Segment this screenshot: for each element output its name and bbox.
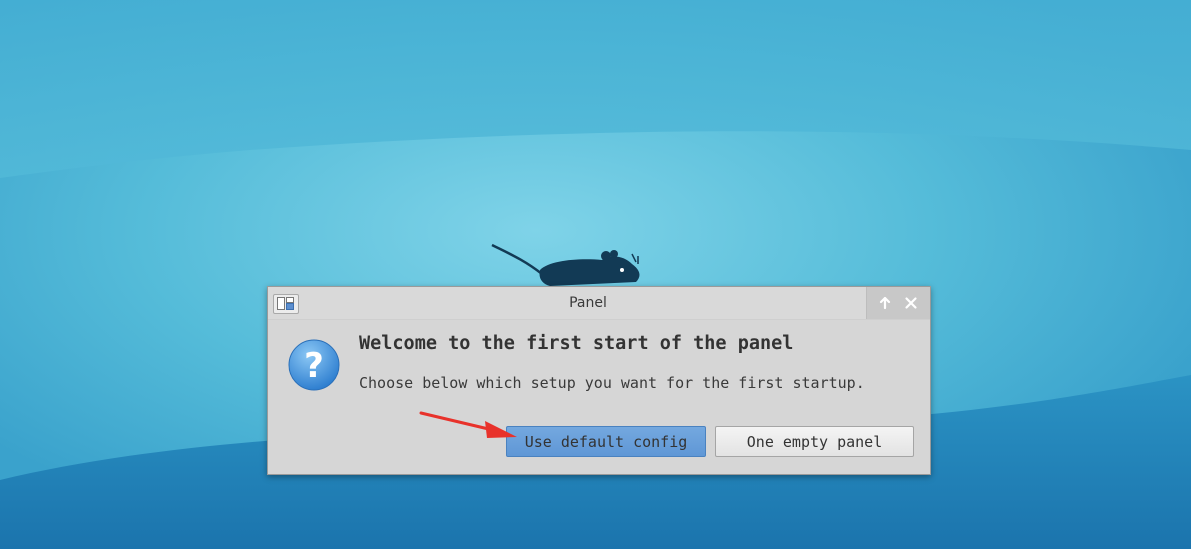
svg-text:?: ? [304, 346, 324, 386]
dialog-message: Choose below which setup you want for th… [359, 374, 865, 392]
close-icon[interactable] [903, 295, 919, 311]
xfce-mouse-logo [491, 243, 640, 286]
use-default-config-button[interactable]: Use default config [506, 426, 706, 457]
dialog-title: Panel [569, 295, 607, 311]
arrow-up-icon[interactable] [877, 295, 893, 311]
dialog-titlebar[interactable]: Panel [268, 287, 930, 320]
panel-welcome-dialog: Panel ? Welcome to the first start of th… [267, 286, 931, 475]
question-icon: ? [288, 339, 340, 391]
dialog-heading: Welcome to the first start of the panel [359, 333, 794, 354]
desktop: Panel ? Welcome to the first start of th… [0, 0, 1191, 549]
annotation-arrow-icon [419, 411, 517, 438]
window-controls [866, 287, 930, 319]
one-empty-panel-button[interactable]: One empty panel [715, 426, 914, 457]
